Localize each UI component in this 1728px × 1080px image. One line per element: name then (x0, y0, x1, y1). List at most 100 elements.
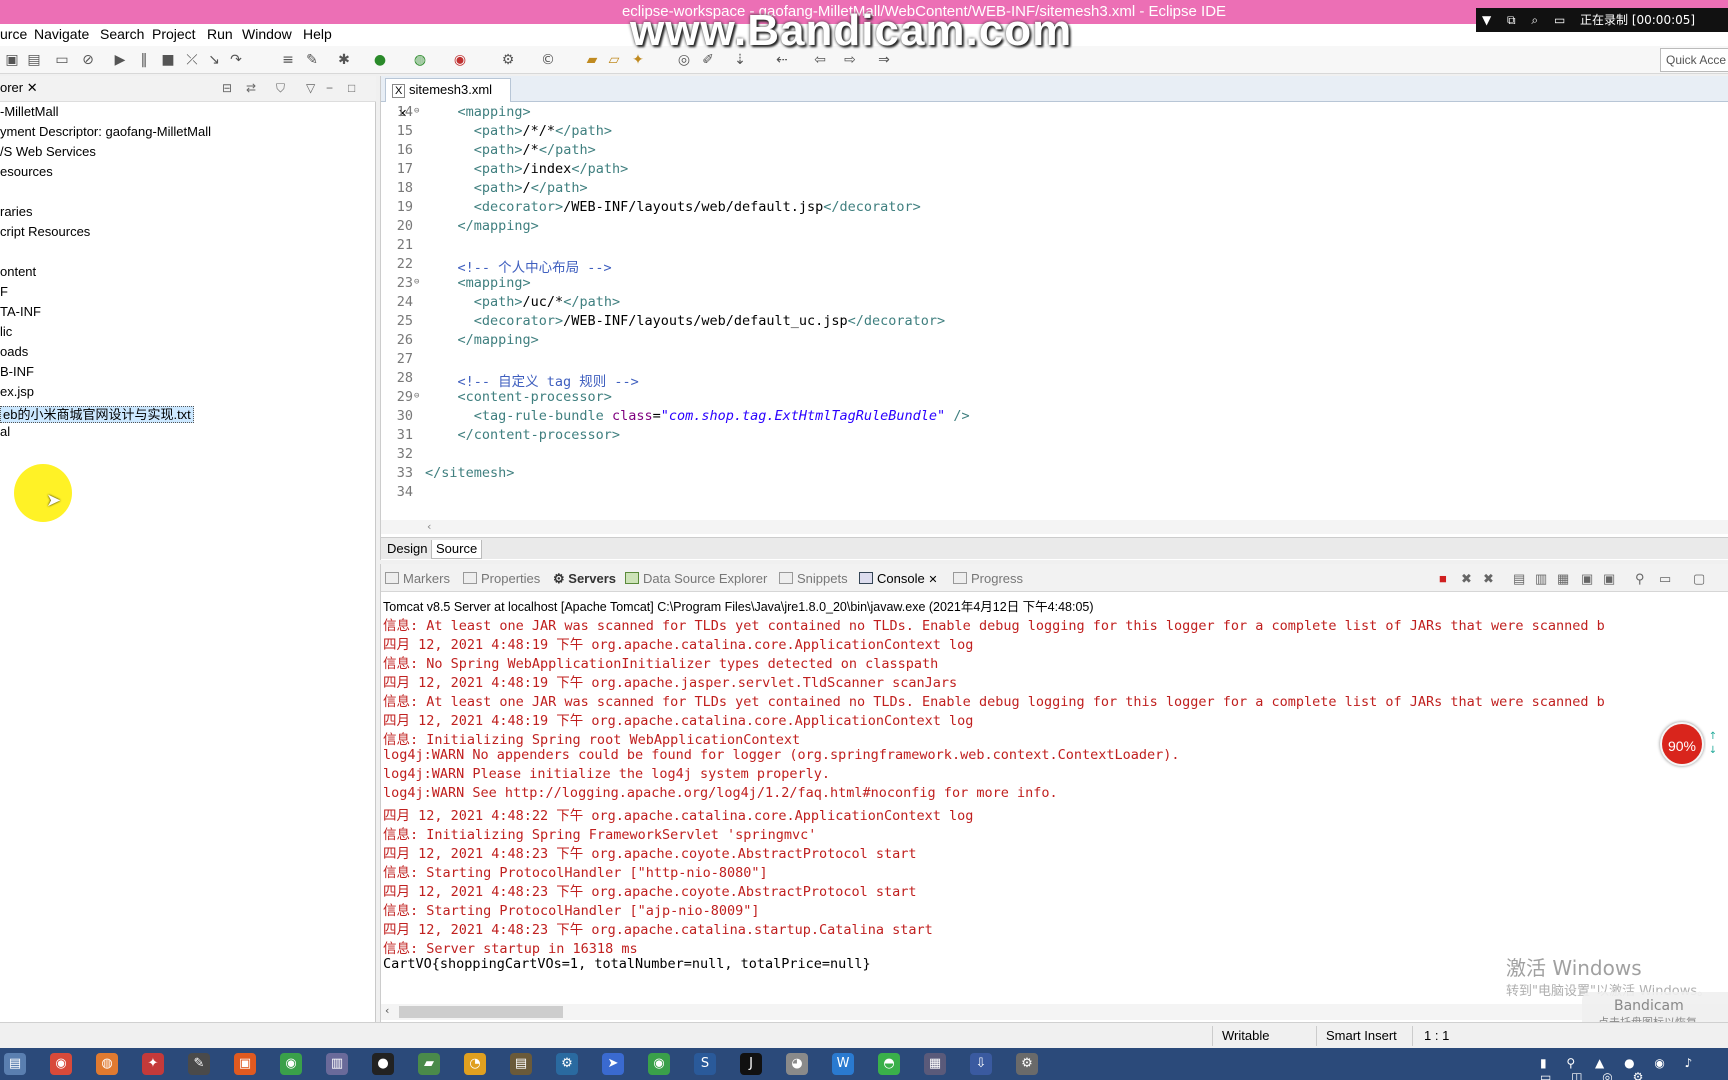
console-output[interactable]: 信息: At least one JAR was scanned for TLD… (383, 614, 1728, 994)
tree-item[interactable]: F (0, 284, 8, 299)
taskbar-clock-icon[interactable]: ◔ (464, 1053, 486, 1075)
save-all-icon[interactable]: ▤ (26, 52, 42, 68)
clear-console-icon[interactable]: ▤ (1513, 571, 1525, 587)
console-horizontal-scrollbar[interactable]: ‹ (381, 1004, 1728, 1020)
suspend-icon[interactable]: ‖ (136, 52, 152, 68)
taskbar-wechat-icon[interactable]: ◓ (878, 1053, 900, 1075)
show-on-stderr-icon[interactable]: ▣ (1603, 571, 1615, 587)
design-tab[interactable]: Design (383, 540, 431, 559)
taskbar-settings-icon[interactable]: ⚙ (1016, 1053, 1038, 1075)
search-icon[interactable]: ✦ (630, 52, 646, 68)
filter-icon[interactable]: ⛉ (276, 81, 285, 96)
taskbar-s-icon[interactable]: S (694, 1053, 716, 1075)
taskbar-files-icon[interactable]: ▰ (418, 1053, 440, 1075)
word-wrap-icon[interactable]: ▦ (1557, 571, 1569, 587)
terminal-icon[interactable]: ▭ (54, 52, 70, 68)
open-console-icon[interactable]: ▢ (1693, 571, 1705, 587)
tab-snippets[interactable]: Snippets (779, 571, 848, 586)
new-java-class-icon[interactable]: © (540, 52, 556, 68)
tree-item[interactable]: B-INF (0, 364, 34, 379)
next-annotation-icon[interactable]: ⇣ (732, 52, 748, 68)
skip-breakpoints-icon[interactable]: ⊘ (80, 52, 96, 68)
forward-history-icon[interactable]: ⇒ (876, 52, 892, 68)
display-console-icon[interactable]: ▭ (1659, 571, 1671, 587)
tree-item[interactable]: lic (0, 324, 12, 339)
menu-search[interactable]: Search (100, 26, 144, 42)
memory-usage-badge[interactable]: 90% (1660, 722, 1704, 766)
code-editor[interactable]: 14 ⊖ <mapping> 15 <path>/*/*</path> 16 <pat… (381, 104, 1728, 524)
maximize-icon[interactable]: □ (348, 81, 355, 95)
recording-control-icons[interactable]: ▼ ⧉ ⌕ ▭ (1482, 8, 1571, 32)
editor-tab-sitemesh3[interactable]: X sitemesh3.xml ✕ (385, 78, 511, 120)
taskbar-firefox-icon[interactable]: ◍ (96, 1053, 118, 1075)
remove-all-icon[interactable]: ✖ (1483, 571, 1494, 587)
taskbar-download-icon[interactable]: ⇩ (970, 1053, 992, 1075)
toggle-mark-icon[interactable]: ✎ (304, 52, 320, 68)
remove-launch-icon[interactable]: ✖ (1461, 571, 1472, 587)
taskbar-intellij-icon[interactable]: J (740, 1053, 762, 1075)
show-on-stdout-icon[interactable]: ▣ (1581, 571, 1593, 587)
open-task-icon[interactable]: ▱ (606, 52, 622, 68)
back-icon[interactable]: ⇦ (812, 52, 828, 68)
taskbar-app-icon[interactable]: ✦ (142, 1053, 164, 1075)
forward-icon[interactable]: ⇨ (842, 52, 858, 68)
taskbar-browser-icon[interactable]: ◉ (280, 1053, 302, 1075)
annotation-icon[interactable]: ✐ (700, 52, 716, 68)
resume-icon[interactable]: ▶ (112, 52, 128, 68)
close-icon[interactable]: ✕ (27, 80, 38, 95)
step-into-icon[interactable]: ↘ (206, 52, 222, 68)
collapse-all-icon[interactable]: ⊟ (222, 81, 232, 95)
tree-item[interactable]: ontent (0, 264, 36, 279)
taskbar-chrome-icon[interactable]: ◉ (50, 1053, 72, 1075)
taskbar-word-icon[interactable]: W (832, 1053, 854, 1075)
debug-icon[interactable]: ✱ (336, 52, 352, 68)
source-tab[interactable]: Source (431, 540, 483, 559)
menu-project[interactable]: Project (152, 26, 196, 42)
tab-data-source-explorer[interactable]: Data Source Explorer (625, 571, 767, 586)
disconnect-icon[interactable]: ⤫ (184, 52, 200, 68)
taskbar-notepad-icon[interactable]: ✎ (188, 1053, 210, 1075)
build-icon[interactable]: ≡ (280, 52, 296, 68)
menu-run[interactable]: Run (207, 26, 233, 42)
tab-progress[interactable]: Progress (953, 571, 1023, 586)
minimize-icon[interactable]: − (326, 81, 333, 95)
step-over-icon[interactable]: ↷ (228, 52, 244, 68)
tree-item[interactable]: TA-INF (0, 304, 41, 319)
run-coverage-icon[interactable]: ◍ (412, 52, 428, 68)
tree-item[interactable]: al (0, 424, 10, 439)
fold-toggle-icon[interactable]: ⊖ (414, 391, 419, 401)
run-icon[interactable]: ● (372, 52, 388, 68)
tab-markers[interactable]: Markers (385, 571, 450, 586)
new-server-icon[interactable]: ⚙ (500, 52, 516, 68)
save-icon[interactable]: ▣ (4, 52, 20, 68)
taskbar-record-icon[interactable]: ● (372, 1053, 394, 1075)
terminate-icon[interactable]: ■ (160, 52, 176, 68)
taskbar-network-icon[interactable]: ⚙ (556, 1053, 578, 1075)
tab-console[interactable]: Console ✕ (859, 571, 938, 586)
editor-horizontal-scrollbar[interactable]: ‹ (381, 520, 1728, 534)
taskbar-bird-icon[interactable]: ➤ (602, 1053, 624, 1075)
tree-item[interactable]: ex.jsp (0, 384, 34, 399)
taskbar-notes-icon[interactable]: ▤ (510, 1053, 532, 1075)
terminate-console-icon[interactable]: ■ (1439, 571, 1447, 586)
tree-item[interactable]: raries (0, 204, 33, 219)
pin-console-icon[interactable]: ⚲ (1635, 571, 1645, 587)
scrollbar-thumb[interactable] (399, 1006, 563, 1018)
menu-help[interactable]: Help (303, 26, 332, 42)
taskbar-folder-icon[interactable]: ▤ (4, 1053, 26, 1075)
view-menu-icon[interactable]: ▽ (306, 81, 315, 95)
scroll-left-icon[interactable]: ‹ (385, 1004, 389, 1017)
explorer-tab[interactable]: orer ✕ (0, 80, 38, 96)
tree-item[interactable]: yment Descriptor: gaofang-MilletMall (0, 124, 211, 139)
taskbar-office-icon[interactable]: ▣ (234, 1053, 256, 1075)
link-editor-icon[interactable]: ⇄ (246, 81, 256, 95)
tab-servers[interactable]: ⚙ Servers (553, 571, 616, 587)
open-type-icon[interactable]: ▰ (584, 52, 600, 68)
taskbar-chat-icon[interactable]: ◕ (786, 1053, 808, 1075)
menu-navigate[interactable]: Navigate (34, 26, 89, 42)
taskbar-chrome2-icon[interactable]: ◉ (648, 1053, 670, 1075)
system-tray-icons[interactable]: ▮ ⚲ ▲ ● ◉ ♪ ▭ ◫ ◎ ⚙ (1540, 1056, 1728, 1080)
tree-item[interactable]: eb的小米商城官网设计与实现.txt (0, 404, 194, 423)
fold-toggle-icon[interactable]: ⊖ (414, 106, 419, 116)
taskbar-game-icon[interactable]: ▦ (924, 1053, 946, 1075)
